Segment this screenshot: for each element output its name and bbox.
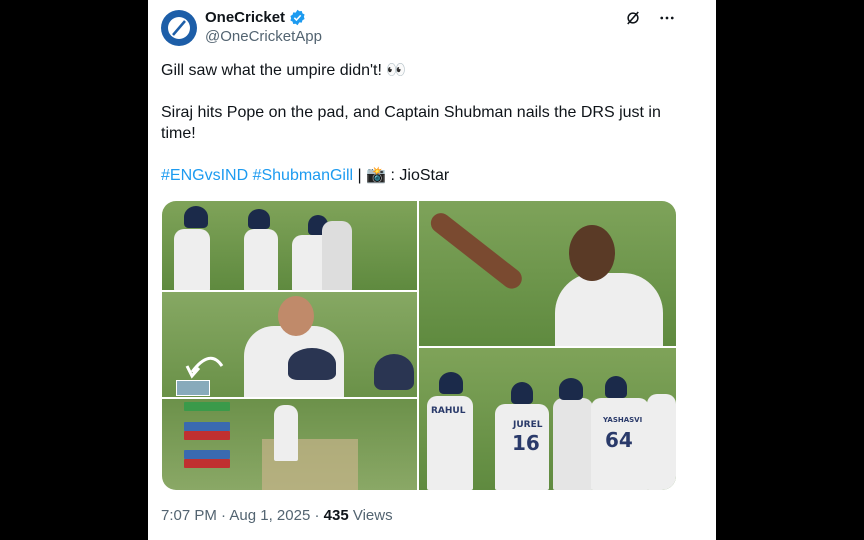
siraj-arm bbox=[426, 209, 526, 293]
image-drs-replay[interactable] bbox=[162, 399, 417, 490]
views-count: 435 bbox=[323, 507, 349, 524]
fielder-figure bbox=[244, 229, 278, 290]
player-cap bbox=[605, 376, 627, 398]
account-avatar[interactable] bbox=[161, 10, 197, 46]
drs-bar bbox=[184, 450, 230, 459]
drs-bar bbox=[184, 422, 230, 431]
views-label: Views bbox=[348, 507, 393, 524]
image-team-huddle[interactable]: RAHUL JUREL 16 YASHASVI 64 bbox=[419, 348, 676, 490]
tweet-line-1: Gill saw what the umpire didn't! 👀 bbox=[161, 62, 407, 79]
jersey-number-16: 16 bbox=[512, 431, 540, 455]
drs-box bbox=[176, 380, 210, 396]
player-figure bbox=[647, 394, 676, 490]
grok-icon[interactable] bbox=[624, 9, 642, 27]
tweet-footer: 7:07 PM · Aug 1, 2025 · 435 Views bbox=[161, 507, 393, 524]
cricket-ball-icon bbox=[168, 17, 190, 39]
fielder-head bbox=[374, 354, 414, 390]
player-cap bbox=[559, 378, 583, 400]
tweet-text: Gill saw what the umpire didn't! 👀 Siraj… bbox=[161, 60, 681, 207]
arrow-icon bbox=[185, 356, 224, 379]
siraj-head bbox=[569, 225, 615, 281]
drs-bar bbox=[184, 459, 230, 468]
footer-sep: · bbox=[216, 507, 230, 524]
fielder-cap bbox=[248, 209, 270, 229]
siraj-figure bbox=[555, 273, 663, 346]
fielder-cap bbox=[184, 206, 208, 228]
image-gill[interactable] bbox=[162, 292, 417, 397]
tweet-card: OneCricket @OneCricketApp Gill saw what … bbox=[148, 0, 716, 540]
player-cap bbox=[439, 372, 463, 394]
jersey-name-yashasvi: YASHASVI bbox=[603, 416, 643, 424]
tweet-line-3: #ENGvsIND #ShubmanGill | 📸 : JioStar bbox=[161, 165, 681, 186]
fielder-head bbox=[288, 348, 336, 380]
gill-head bbox=[278, 296, 314, 336]
fielder-figure bbox=[322, 221, 352, 290]
account-handle[interactable]: @OneCricketApp bbox=[205, 28, 322, 45]
account-name[interactable]: OneCricket bbox=[205, 9, 306, 26]
separator: | bbox=[353, 167, 367, 184]
jersey-name-rahul: RAHUL bbox=[431, 406, 466, 416]
image-siraj[interactable] bbox=[419, 201, 676, 346]
tweet-line-2: Siraj hits Pope on the pad, and Captain … bbox=[161, 104, 661, 142]
hashtag-engvsind[interactable]: #ENGvsIND bbox=[161, 167, 248, 184]
image-fielders[interactable] bbox=[162, 201, 417, 290]
hashtag-shubmangill[interactable]: #ShubmanGill bbox=[253, 167, 354, 184]
post-time[interactable]: 7:07 PM bbox=[161, 507, 217, 524]
player-cap bbox=[511, 382, 533, 404]
fielder-figure bbox=[174, 229, 210, 290]
post-date[interactable]: Aug 1, 2025 bbox=[229, 507, 310, 524]
drs-bar bbox=[184, 402, 230, 411]
jersey-name-jurel: JUREL bbox=[513, 420, 543, 430]
drs-bar bbox=[184, 431, 230, 440]
player-figure bbox=[553, 398, 593, 490]
jersey-number-64: 64 bbox=[605, 428, 633, 452]
batter-figure bbox=[274, 405, 298, 461]
camera-icon: 📸 bbox=[366, 167, 387, 184]
verified-badge-icon bbox=[290, 9, 305, 26]
more-options-icon[interactable] bbox=[658, 9, 676, 27]
credit-text: : JioStar bbox=[386, 167, 450, 184]
footer-sep: · bbox=[310, 507, 324, 524]
tweet-media[interactable]: RAHUL JUREL 16 YASHASVI 64 bbox=[162, 201, 676, 490]
